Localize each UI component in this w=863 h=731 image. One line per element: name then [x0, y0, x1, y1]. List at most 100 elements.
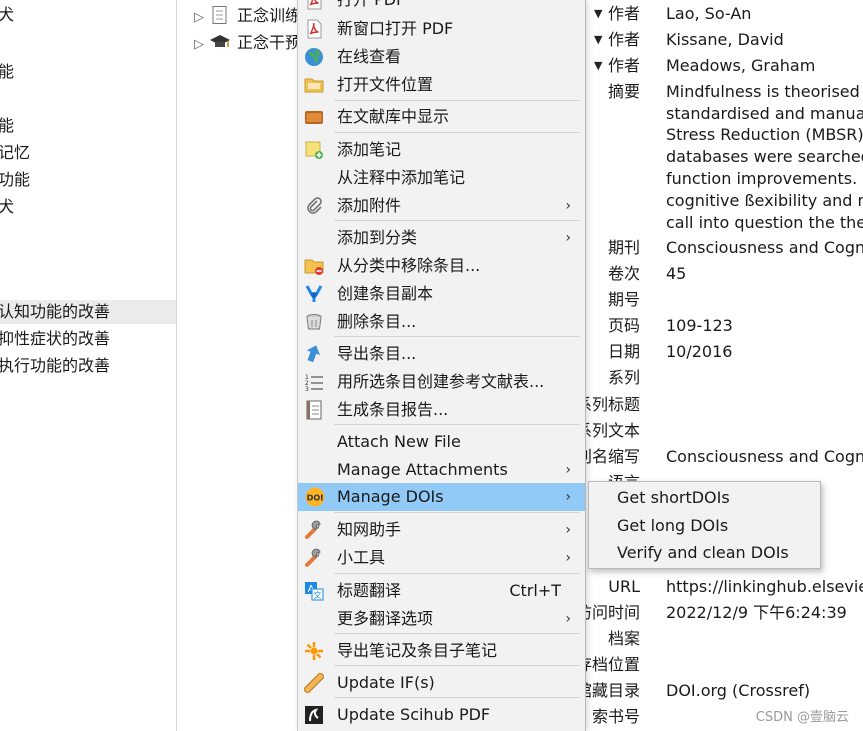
field-value[interactable]: 2022/12/9 下午6:24:39 [666, 602, 847, 624]
collection-item[interactable]: 能 [0, 60, 14, 84]
menu-item-zh-14[interactable]: 生成条目报告... [298, 396, 585, 424]
menu-item-zh-11[interactable]: 删除条目... [298, 308, 585, 336]
menu-item-pdf[interactable]: 打开 PDF [298, 0, 585, 14]
collection-item[interactable]: 犬 [0, 3, 14, 27]
menu-item-zh-20[interactable]: A 文标题翻译 Ctrl+T [298, 577, 585, 605]
chevron-right-icon: › [565, 550, 571, 566]
pdf-icon [304, 0, 324, 10]
svg-text:文: 文 [314, 590, 322, 600]
menu-separator [334, 697, 580, 698]
collection-item[interactable]: 执行功能的改善 [0, 354, 110, 378]
folder-remove-icon [304, 256, 324, 276]
menu-item-zh-19[interactable]: 小工具 › [298, 544, 585, 572]
menu-item-zh-12[interactable]: 导出条目... [298, 340, 585, 368]
menu-item-manage-dois[interactable]: DOI Manage DOIs › [298, 483, 585, 511]
watermark: CSDN @壹脑云 [755, 710, 849, 725]
creator-name[interactable]: Meadows, Graham [666, 55, 815, 77]
collection-label: 能 [0, 62, 14, 81]
menu-item-zh-22[interactable]: 导出笔记及条目子笔记 [298, 637, 585, 665]
items-tree-pane: ▷ 正念训练 ▷ 正念干预 [177, 0, 297, 731]
document-icon [209, 6, 231, 24]
field-value[interactable]: DOI.org (Crossref) [666, 680, 810, 702]
tree-row[interactable]: ▷ 正念干预 [189, 30, 297, 56]
chevron-right-icon[interactable]: ▷ [189, 5, 209, 31]
abstract-line[interactable]: Stress Reduction (MBSR) o [666, 124, 863, 146]
field-label: 期刊 [607, 238, 640, 257]
menu-item-zh-21[interactable]: 更多翻译选项 › [298, 605, 585, 633]
menu-item-update-scihub-pdf[interactable]: Update Scihub PDF [298, 701, 585, 729]
menu-item-label: 小工具 [337, 548, 386, 567]
submenu-item[interactable]: Verify and clean DOIs [589, 539, 820, 567]
library-icon [304, 107, 324, 127]
field-value[interactable]: https://linkinghub.elsevie [666, 576, 863, 598]
menu-item-attach-new-file[interactable]: Attach New File [298, 428, 585, 456]
tree-row-title: 正念干预 [237, 33, 297, 52]
collection-item[interactable]: 能 [0, 114, 14, 138]
menu-item-zh-10[interactable]: 创建条目副本 [298, 280, 585, 308]
menu-item-zh-8[interactable]: 添加到分类 › [298, 224, 585, 252]
field-value[interactable]: 109-123 [666, 315, 733, 337]
menu-item-zh-18[interactable]: 知网助手 › [298, 516, 585, 544]
field-label: 系列标题 [584, 395, 640, 414]
collection-item[interactable]: 记忆 [0, 141, 30, 165]
collection-item[interactable]: 抑性症状的改善 [0, 327, 110, 351]
menu-item-label: 生成条目报告... [337, 400, 449, 419]
export-arrow-icon [304, 344, 324, 364]
doi-icon: DOI [304, 487, 325, 507]
menu-item-zh-7[interactable]: 添加附件 › [298, 192, 585, 220]
collection-label: 认知功能的改善 [0, 302, 111, 321]
menu-item-zh-2[interactable]: 在线查看 [298, 43, 585, 71]
duplicate-icon [304, 284, 324, 304]
menu-item-pdf[interactable]: 新窗口打开 PDF [298, 15, 585, 43]
submenu-item[interactable]: Get shortDOIs [589, 484, 820, 512]
field-label: 系列文本 [584, 421, 640, 440]
collection-item[interactable]: 功能 [0, 168, 30, 192]
submenu-item-label: Get shortDOIs [617, 488, 730, 507]
menu-item-label: 从注释中添加笔记 [337, 168, 466, 187]
abstract-line[interactable]: call into question the theo [666, 212, 863, 234]
menu-item-zh-5[interactable]: 添加笔记 [298, 136, 585, 164]
abstract-line[interactable]: databases were searched [666, 146, 863, 168]
menu-item-label: 知网助手 [337, 520, 402, 539]
abstract-line[interactable]: Mindfulness is theorised t [666, 81, 863, 103]
menu-item-label: 创建条目副本 [337, 284, 434, 303]
menu-item-zh-6[interactable]: 从注释中添加笔记 [298, 164, 585, 192]
menu-item-update-if-s[interactable]: Update IF(s) [298, 669, 585, 697]
field-label: URL [608, 577, 640, 596]
triangle-down-icon[interactable]: ▼ [594, 29, 602, 51]
creator-name[interactable]: Kissane, David [666, 29, 784, 51]
field-label: 系列 [607, 368, 640, 387]
tree-row[interactable]: ▷ 正念训练 [189, 3, 297, 29]
field-label: 摘要 [607, 82, 640, 101]
collection-item[interactable]: 认知功能的改善 [0, 300, 176, 324]
menu-item-zh-4[interactable]: 在文献库中显示 [298, 103, 585, 131]
chevron-right-icon[interactable]: ▷ [189, 32, 209, 58]
creator-name[interactable]: Lao, So-An [666, 3, 751, 25]
triangle-down-icon[interactable]: ▼ [594, 3, 602, 25]
collection-label: 能 [0, 116, 14, 135]
paperclip-icon [304, 196, 324, 216]
menu-separator [334, 220, 580, 221]
field-value[interactable]: 45 [666, 263, 686, 285]
menu-item-manage-attachments[interactable]: Manage Attachments › [298, 456, 585, 484]
creator-type-label: 作者 [607, 56, 640, 75]
submenu-item[interactable]: Get long DOIs [589, 512, 820, 540]
field-value[interactable]: Consciousness and Cogni [666, 237, 863, 259]
menu-item-label: 添加笔记 [337, 140, 402, 159]
menu-item-label: 在线查看 [337, 47, 402, 66]
field-value[interactable]: 10/2016 [666, 341, 732, 363]
collection-label: 功能 [0, 170, 31, 189]
menu-item-zh-9[interactable]: 从分类中移除条目... [298, 252, 585, 280]
field-label: 期号 [607, 290, 640, 309]
field-value[interactable]: Consciousness and Cogni [666, 446, 863, 468]
menu-item-zh-13[interactable]: 1 2 3 用所选条目创建参考文献表... [298, 368, 585, 396]
abstract-line[interactable]: function improvements. W [666, 168, 863, 190]
menu-item-shortcut: Ctrl+T [509, 581, 561, 600]
menu-item-zh-3[interactable]: 打开文件位置 [298, 71, 585, 99]
abstract-line[interactable]: cognitive ßexibility and m [666, 190, 863, 212]
collection-item[interactable]: 犬 [0, 195, 14, 219]
abstract-line[interactable]: standardised and manual [666, 103, 863, 125]
triangle-down-icon[interactable]: ▼ [594, 55, 602, 77]
scihub-icon [304, 705, 324, 725]
menu-item-label: Update Scihub PDF [337, 705, 491, 724]
